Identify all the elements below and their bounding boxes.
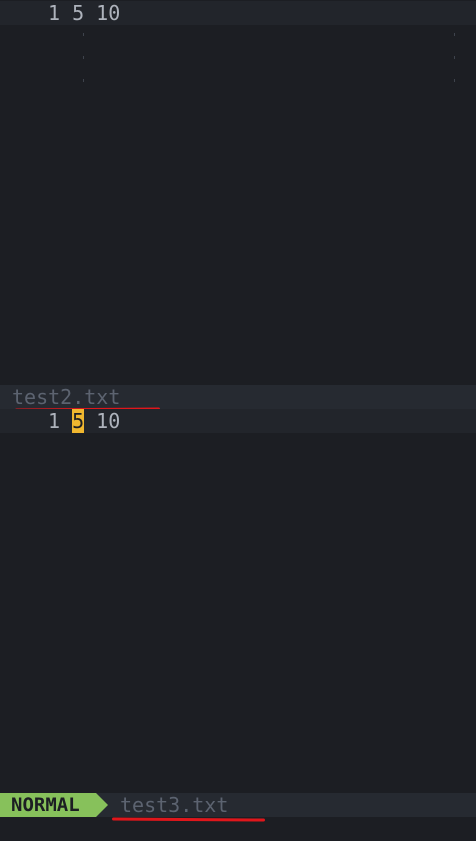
indent-guide-mark [83, 79, 84, 82]
mode-indicator: NORMAL [0, 793, 96, 817]
buffer-line-text: 1 5 10 [48, 1, 120, 25]
window-statusline-test2[interactable]: test2.txt [0, 385, 476, 409]
buffer-line-bottom[interactable]: 1 5 10 [0, 409, 476, 433]
annotation-underline [111, 817, 266, 822]
text-segment: 1 [48, 409, 73, 433]
text-segment: 1 [48, 1, 73, 25]
window-filename: test2.txt [12, 385, 121, 409]
indent-guide-mark [83, 56, 84, 59]
indent-guide-mark [454, 79, 455, 82]
indent-guide-mark [83, 33, 84, 36]
indent-guide-mark [454, 56, 455, 59]
text-segment: 10 [84, 409, 121, 433]
editor-screen: 1 5 10 test2.txt 1 5 10 NORMAL test3.txt [0, 0, 476, 841]
indent-guide-mark [454, 33, 455, 36]
buffer-line-text: 1 5 10 [48, 409, 120, 433]
mode-separator-arrow [96, 793, 108, 817]
statusline: NORMAL test3.txt [0, 793, 476, 817]
buffer-line-top[interactable]: 1 5 10 [0, 1, 476, 25]
statusline-filename: test3.txt [120, 793, 229, 817]
search-match-highlight: 5 [72, 409, 85, 433]
text-segment: 10 [84, 1, 121, 25]
text-segment: 5 [72, 1, 85, 25]
